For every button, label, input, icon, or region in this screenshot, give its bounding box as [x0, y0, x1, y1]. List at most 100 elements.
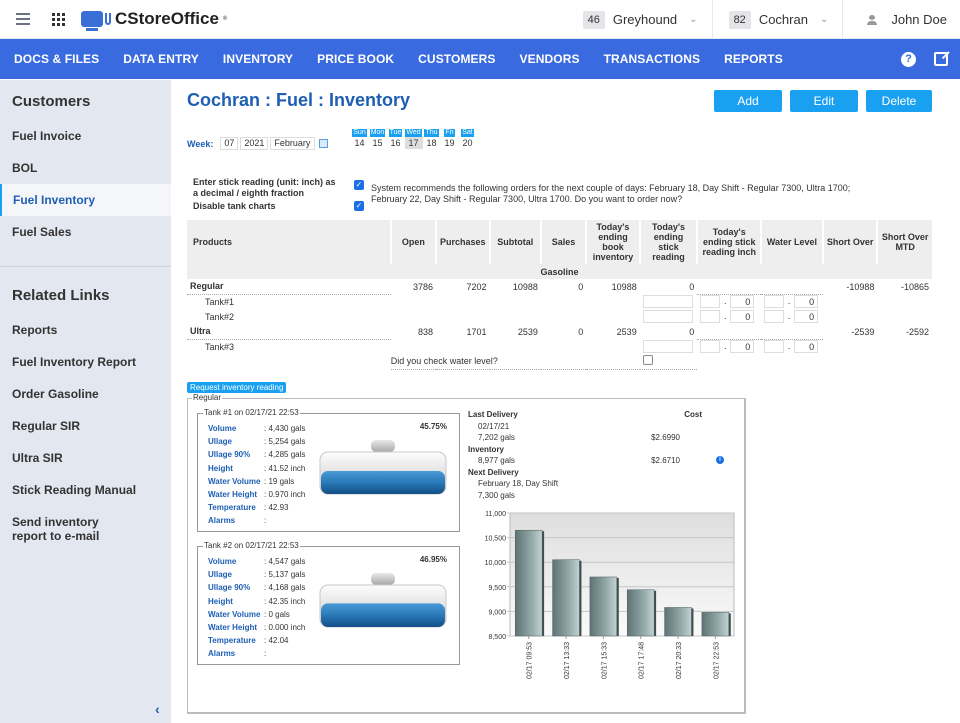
day-name: Wed — [405, 129, 422, 137]
link-regular-sir[interactable]: Regular SIR — [0, 411, 171, 443]
year-input[interactable]: 2021 — [240, 137, 269, 150]
nav-transactions[interactable]: TRANSACTIONS — [592, 52, 713, 66]
stick-reading-input[interactable] — [642, 295, 693, 308]
link-ultra-sir[interactable]: Ultra SIR — [0, 443, 171, 475]
inventory-gals: 8,977 gals — [478, 456, 515, 465]
table-row: Tank#3 .0 .0 — [187, 339, 932, 354]
bar — [626, 589, 655, 637]
stick-reading-input[interactable] — [642, 340, 693, 353]
short-over-value: -10988 — [846, 281, 875, 292]
stick-reading-checkbox[interactable]: ✓ — [354, 180, 364, 190]
tank-field-value: : 4,430 gals — [264, 424, 306, 433]
col-sales: Sales — [539, 220, 587, 264]
col-stick-reading: Today's ending stick reading — [638, 220, 698, 264]
water-whole-input[interactable] — [764, 310, 785, 323]
inch-fraction-input[interactable]: 0 — [730, 340, 755, 354]
sidebar-item-bol[interactable]: BOL — [0, 152, 171, 184]
inch-fraction-input[interactable]: 0 — [730, 310, 755, 323]
sidebar-item-fuel-invoice[interactable]: Fuel Invoice — [0, 120, 171, 152]
water-level-checkbox[interactable] — [642, 355, 653, 366]
link-send-inventory-report[interactable]: Send inventory report to e-mail — [0, 507, 120, 543]
nav-vendors[interactable]: VENDORS — [508, 52, 592, 66]
stick-value: 0 — [689, 281, 695, 292]
day-wed[interactable]: Wed 17 — [404, 129, 423, 149]
tank-name: Tank#3 — [205, 341, 235, 352]
nav-customers[interactable]: CUSTOMERS — [406, 52, 507, 66]
tank-field-label: Alarms — [208, 516, 236, 526]
short-over-mtd-value: -10865 — [900, 281, 929, 292]
add-button[interactable]: Add — [714, 90, 782, 112]
y-tick-label: 10,000 — [485, 560, 507, 567]
book-value: 10988 — [611, 281, 637, 292]
inch-whole-input[interactable] — [700, 340, 721, 354]
request-inventory-reading-button[interactable]: Request inventory reading — [187, 382, 287, 393]
inch-whole-input[interactable] — [700, 295, 721, 309]
tank-field-value: : 42.04 — [264, 636, 289, 646]
product-ultra[interactable]: Ultra — [187, 324, 391, 340]
options: Enter stick reading (unit: inch) as a de… — [193, 177, 343, 212]
day-thu[interactable]: Thu 18 — [424, 129, 439, 149]
bar — [664, 607, 692, 637]
store-selector-greyhound[interactable]: 46 Greyhound ⌄ — [582, 0, 713, 39]
tank-fill-percent: 45.75% — [419, 422, 447, 431]
decimal-dot: . — [787, 296, 791, 307]
store-selector-cochran[interactable]: 82 Cochran ⌄ — [713, 0, 844, 39]
tank-field-value: : 19 gals — [264, 476, 295, 486]
tank-field-value: : 4,547 gals — [264, 557, 306, 566]
day-name: Thu — [424, 129, 439, 137]
inch-fraction-input[interactable]: 0 — [730, 295, 755, 309]
x-tick-label: 02/17 13:33 — [564, 642, 571, 679]
sidebar-item-fuel-inventory[interactable]: Fuel Inventory — [0, 184, 171, 216]
tank-field-value: : 0.000 inch — [264, 623, 306, 633]
link-order-gasoline[interactable]: Order Gasoline — [0, 379, 171, 411]
link-reports[interactable]: Reports — [0, 315, 171, 347]
edit-note-icon[interactable] — [934, 52, 948, 66]
app-logo[interactable]: CStoreOffice ® — [81, 9, 227, 31]
inch-whole-input[interactable] — [700, 310, 721, 323]
apps-grid-icon[interactable] — [52, 12, 65, 26]
month-input[interactable]: February — [270, 137, 316, 150]
nav-reports[interactable]: REPORTS — [712, 52, 795, 66]
sales-value: 0 — [578, 281, 584, 292]
help-icon[interactable]: ? — [901, 51, 916, 67]
user-menu[interactable]: John Doe — [843, 12, 960, 27]
water-whole-input[interactable] — [764, 295, 785, 309]
link-fuel-inventory-report[interactable]: Fuel Inventory Report — [0, 347, 171, 379]
y-tick-label: 9,500 — [488, 585, 506, 592]
water-fraction-input[interactable]: 0 — [794, 310, 819, 323]
nav-inventory[interactable]: INVENTORY — [211, 52, 305, 66]
disable-charts-checkbox[interactable]: ✓ — [354, 201, 364, 211]
tank-name: Tank#2 — [205, 311, 235, 322]
info-icon[interactable]: i — [716, 456, 724, 464]
calendar-icon[interactable] — [319, 139, 329, 148]
day-tue[interactable]: Tue 16 — [388, 129, 403, 149]
water-whole-input[interactable] — [764, 340, 785, 354]
day-mon[interactable]: Mon 15 — [369, 129, 386, 149]
inventory-bar-chart: 8,500 9,000 9,500 10,000 10,500 11,000 02/17 0… — [485, 511, 735, 679]
main-content: Cochran : Fuel : Inventory Add Edit Dele… — [171, 80, 960, 723]
day-fri[interactable]: Fri 19 — [442, 129, 457, 149]
sidebar-item-fuel-sales[interactable]: Fuel Sales — [0, 216, 171, 248]
tank-field-row: Water Height: 0.970 inch — [208, 488, 305, 501]
tank-field-row: Water Height: 0.000 inch — [208, 621, 305, 634]
stick-reading-input[interactable] — [642, 310, 693, 323]
collapse-sidebar-icon[interactable]: ‹ — [155, 701, 160, 717]
tank-field-label: Volume — [208, 424, 237, 433]
nav-data-entry[interactable]: DATA ENTRY — [111, 52, 211, 66]
link-stick-reading-manual[interactable]: Stick Reading Manual — [0, 475, 171, 507]
edit-button[interactable]: Edit — [790, 90, 858, 112]
product-regular[interactable]: Regular — [187, 279, 391, 295]
week-number-input[interactable]: 07 — [220, 137, 239, 150]
delete-button[interactable]: Delete — [866, 90, 932, 112]
nav-docs-files[interactable]: DOCS & FILES — [0, 52, 111, 66]
hamburger-menu-icon[interactable] — [16, 13, 30, 25]
tank-field-label: Water Height — [208, 490, 258, 500]
day-sun[interactable]: Sun 14 — [352, 129, 367, 149]
col-subtotal: Subtotal — [488, 220, 541, 264]
store-name: Greyhound — [612, 12, 678, 27]
nav-price-book[interactable]: PRICE BOOK — [305, 52, 406, 66]
water-fraction-input[interactable]: 0 — [794, 340, 819, 354]
order-recommendation: System recommends the following orders f… — [371, 183, 851, 204]
water-fraction-input[interactable]: 0 — [794, 295, 819, 309]
day-sat[interactable]: Sat 20 — [460, 129, 475, 149]
